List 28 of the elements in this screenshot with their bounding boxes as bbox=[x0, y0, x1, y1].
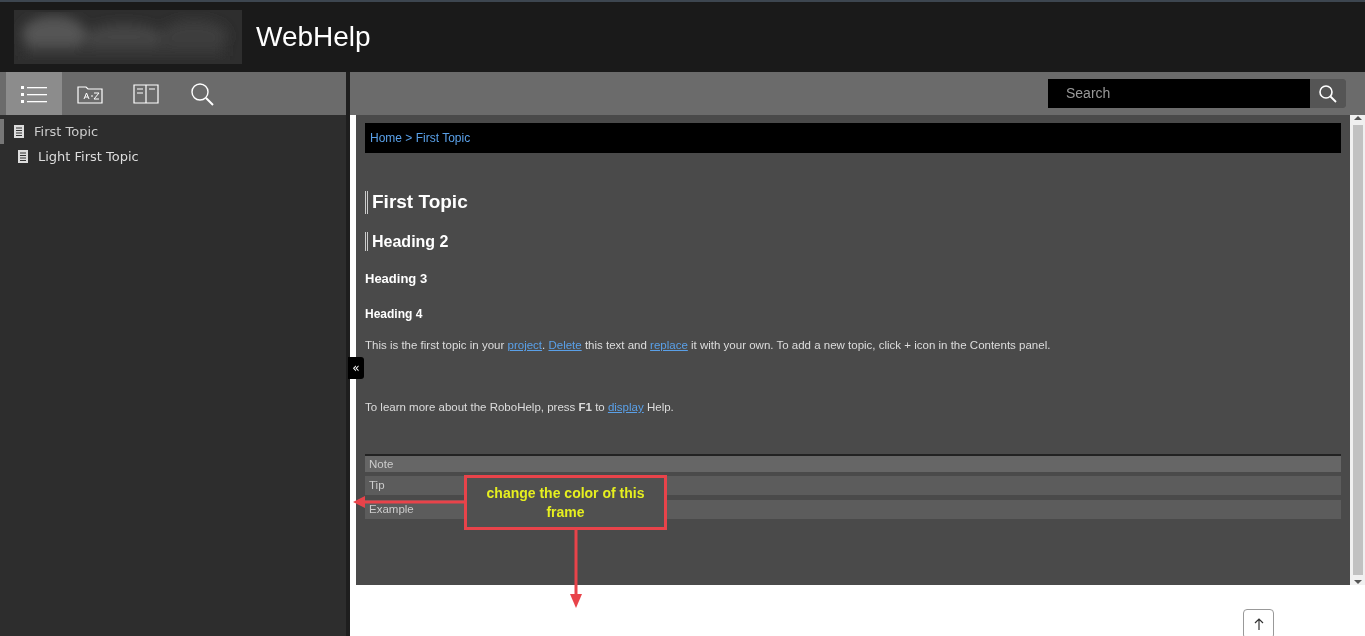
book-icon bbox=[133, 83, 159, 104]
breadcrumb-link[interactable]: First Topic bbox=[415, 129, 471, 147]
folder-icon bbox=[77, 83, 103, 104]
toc-item[interactable]: Light First Topic bbox=[0, 144, 346, 169]
list-icon bbox=[21, 83, 47, 104]
arrow-up-icon bbox=[1253, 617, 1264, 631]
search-icon bbox=[190, 81, 214, 106]
document-icon bbox=[18, 150, 28, 163]
toc-item[interactable]: First Topic bbox=[0, 119, 346, 144]
paragraph: This is the first topic in your project. Delete this text and replace it with your own. To add a new topic, click + icon in the Contents panel. bbox=[365, 337, 1052, 353]
note-row: Note bbox=[365, 454, 1341, 473]
heading: First Topic bbox=[365, 191, 1341, 214]
search-field[interactable]: Search bbox=[1048, 79, 1346, 108]
app-title: WebHelp bbox=[256, 20, 371, 54]
search-icon bbox=[1318, 83, 1338, 104]
collapse-button[interactable]: « bbox=[348, 357, 364, 379]
breadcrumb-separator: > bbox=[404, 130, 414, 147]
breadcrumb-link[interactable]: Home bbox=[370, 129, 402, 147]
annotation-callout: change the color of this frame bbox=[464, 475, 667, 530]
heading: Heading 3 bbox=[365, 271, 429, 287]
heading: Heading 2 bbox=[365, 231, 1341, 251]
heading: Heading 4 bbox=[365, 306, 424, 321]
sidebar-tab[interactable] bbox=[6, 72, 62, 115]
scrollbar[interactable] bbox=[1350, 115, 1365, 585]
paragraph: To learn more about the RoboHelp, press F1 to display Help. bbox=[365, 400, 675, 416]
scroll-down-icon[interactable] bbox=[1353, 579, 1362, 585]
back-to-top-button[interactable] bbox=[1243, 609, 1274, 636]
document-icon bbox=[14, 125, 24, 138]
